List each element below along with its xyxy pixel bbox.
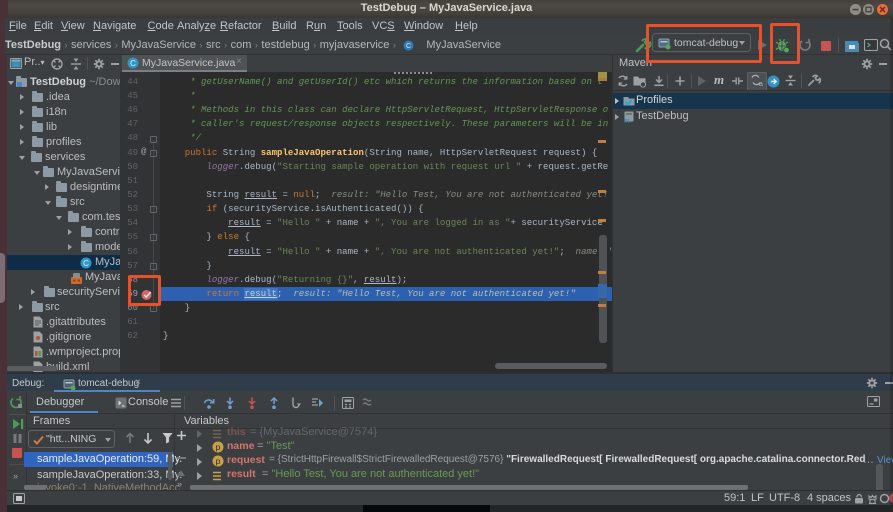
svg-text:a: a	[759, 81, 763, 88]
svg-text:p: p	[216, 442, 221, 452]
svg-text:m: m	[624, 117, 630, 125]
svg-text:C: C	[130, 59, 136, 68]
svg-text:p: p	[216, 456, 221, 466]
svg-text:C: C	[83, 258, 89, 267]
svg-text:C: C	[406, 43, 411, 50]
